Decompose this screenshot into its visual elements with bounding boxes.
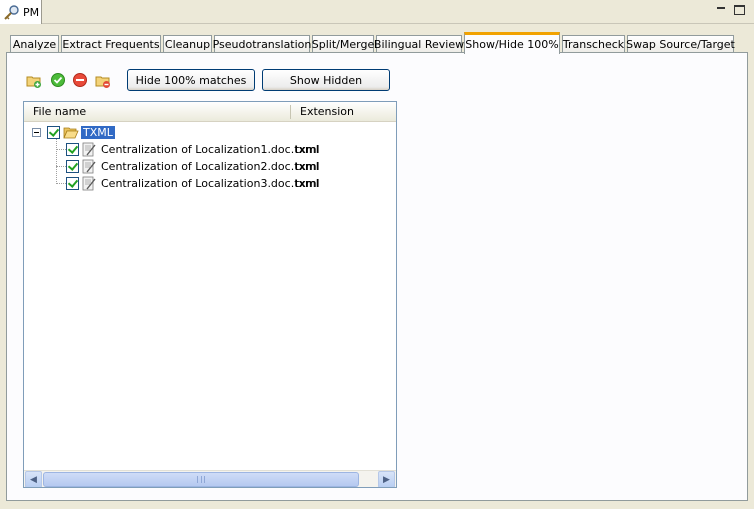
tab-bar: Analyze Extract Frequents Cleanup Pseudo… bbox=[6, 32, 748, 54]
file-tree[interactable]: File name Extension TXML Centralization … bbox=[23, 101, 397, 488]
tab-bilingual-review[interactable]: Bilingual Review bbox=[374, 35, 464, 53]
view-body: Analyze Extract Frequents Cleanup Pseudo… bbox=[6, 30, 748, 501]
tree-header: File name Extension bbox=[24, 102, 396, 122]
file-name: Centralization of Localization3.doc.txml bbox=[101, 177, 319, 190]
tab-swap-source-target[interactable]: Swap Source/Target bbox=[626, 35, 735, 53]
grip-icon bbox=[197, 476, 205, 483]
remove-icon[interactable] bbox=[72, 72, 88, 88]
tab-show-hide-100[interactable]: Show/Hide 100% bbox=[464, 32, 560, 54]
file-name: Centralization of Localization2.doc.txml bbox=[101, 160, 319, 173]
file-checkbox[interactable] bbox=[66, 143, 79, 156]
scroll-thumb[interactable] bbox=[43, 472, 359, 487]
scroll-right-icon[interactable]: ▶ bbox=[378, 471, 395, 487]
tree-row-root[interactable]: TXML bbox=[24, 124, 396, 141]
view-tab-pm[interactable]: PM bbox=[0, 0, 42, 24]
tree-row-file[interactable]: Centralization of Localization1.doc.txml… bbox=[24, 141, 396, 158]
column-separator[interactable] bbox=[290, 105, 291, 119]
file-extension: txml bbox=[295, 143, 320, 156]
open-folder-icon bbox=[63, 127, 79, 139]
tab-pseudotranslation[interactable]: Pseudotranslation bbox=[213, 35, 311, 53]
maximize-icon[interactable] bbox=[732, 3, 746, 15]
tab-panel: Hide 100% matches Show Hidden File name … bbox=[6, 52, 748, 501]
column-file-name[interactable]: File name bbox=[33, 105, 86, 118]
scroll-left-icon[interactable]: ◀ bbox=[25, 471, 42, 487]
show-hidden-button[interactable]: Show Hidden bbox=[262, 69, 390, 91]
file-extension: txml bbox=[295, 177, 320, 190]
tree-row-file[interactable]: Centralization of Localization2.doc.txml… bbox=[24, 158, 396, 175]
check-all-icon[interactable] bbox=[50, 72, 66, 88]
view-title-bar: PM bbox=[0, 0, 754, 24]
tab-extract-frequents[interactable]: Extract Frequents bbox=[61, 35, 161, 53]
column-extension[interactable]: Extension bbox=[300, 105, 354, 118]
txml-file-icon bbox=[82, 176, 96, 191]
txml-file-icon bbox=[82, 159, 96, 174]
root-checkbox[interactable] bbox=[47, 126, 60, 139]
file-name: Centralization of Localization1.doc.txml bbox=[101, 143, 319, 156]
horizontal-scrollbar[interactable]: ◀ ▶ bbox=[24, 470, 396, 487]
tab-analyze[interactable]: Analyze bbox=[10, 35, 59, 53]
file-extension: txml bbox=[295, 160, 320, 173]
view-title: PM bbox=[23, 5, 40, 19]
collapse-icon[interactable] bbox=[32, 128, 41, 137]
tab-split-merge[interactable]: Split/Merge bbox=[312, 35, 374, 53]
txml-file-icon bbox=[82, 142, 96, 157]
file-checkbox[interactable] bbox=[66, 177, 79, 190]
root-label[interactable]: TXML bbox=[81, 126, 115, 139]
tab-cleanup[interactable]: Cleanup bbox=[163, 35, 212, 53]
window-controls bbox=[714, 3, 746, 15]
remove-folder-icon[interactable] bbox=[95, 73, 111, 89]
add-folder-icon[interactable] bbox=[26, 73, 42, 89]
key-search-icon bbox=[4, 4, 19, 20]
minimize-icon[interactable] bbox=[714, 3, 728, 15]
hide-100-matches-button[interactable]: Hide 100% matches bbox=[127, 69, 255, 91]
tab-transcheck[interactable]: Transcheck bbox=[562, 35, 625, 53]
file-checkbox[interactable] bbox=[66, 160, 79, 173]
tree-row-file[interactable]: Centralization of Localization3.doc.txml… bbox=[24, 175, 396, 192]
